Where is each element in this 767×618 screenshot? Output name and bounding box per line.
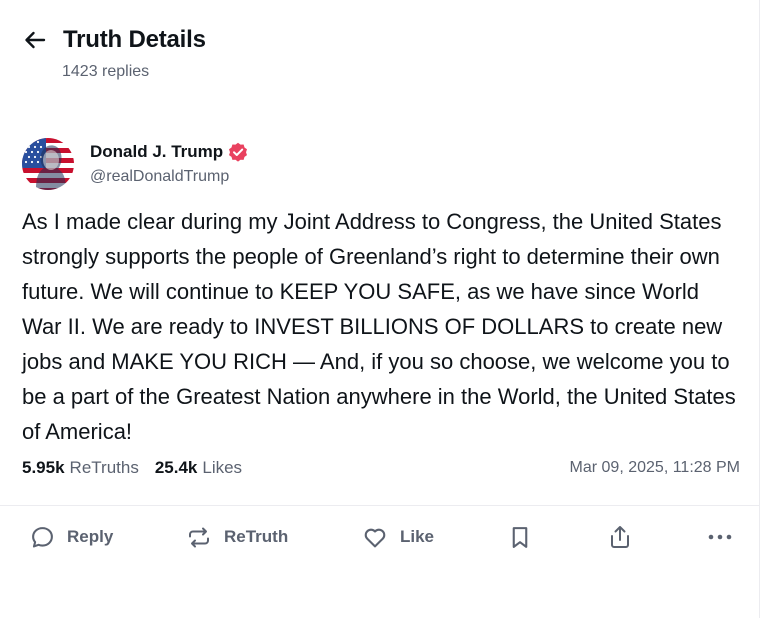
retruth-button[interactable]: ReTruth — [186, 520, 288, 554]
share-button[interactable] — [608, 520, 632, 554]
more-dots-icon — [707, 532, 733, 542]
bookmark-icon — [509, 525, 531, 550]
post-body: As I made clear during my Joint Address … — [22, 209, 736, 444]
avatar[interactable] — [22, 138, 74, 190]
author-name-row: Donald J. Trump — [90, 142, 248, 162]
author-name[interactable]: Donald J. Trump — [90, 142, 223, 162]
likes-stat[interactable]: 25.4k Likes — [155, 458, 242, 478]
retruths-label: ReTruths — [69, 458, 139, 477]
like-label: Like — [400, 527, 435, 546]
retruth-label: ReTruth — [224, 527, 289, 546]
like-button[interactable]: Like — [362, 520, 434, 554]
replies-count: 1423 replies — [62, 63, 150, 80]
back-arrow-icon[interactable] — [24, 27, 50, 53]
truth-post: Donald J. Trump @realDonaldTrump As I ma… — [22, 138, 742, 478]
reply-button[interactable]: Reply — [30, 520, 113, 554]
more-options-button[interactable] — [707, 520, 733, 554]
post-stats: 5.95k ReTruths 25.4k Likes Mar 09, 2025,… — [22, 458, 742, 478]
likes-count: 25.4k — [154, 458, 198, 477]
post-timestamp: Mar 09, 2025, 11:28 PM — [569, 459, 740, 476]
author-row: Donald J. Trump @realDonaldTrump — [22, 138, 742, 190]
author-info: Donald J. Trump @realDonaldTrump — [90, 142, 248, 186]
share-upload-icon — [608, 524, 632, 550]
retruths-stat[interactable]: 5.95k ReTruths — [22, 458, 139, 478]
action-divider — [0, 505, 759, 506]
retruths-count: 5.95k — [22, 458, 65, 477]
heart-icon — [362, 525, 388, 550]
page-header: Truth Details 1423 replies — [24, 26, 206, 81]
truth-details-page: Truth Details 1423 replies Donald J. Tru… — [0, 0, 760, 618]
speech-bubble-icon — [30, 525, 55, 550]
bookmark-button[interactable] — [509, 520, 531, 554]
repost-arrows-icon — [186, 525, 212, 550]
author-handle[interactable]: @realDonaldTrump — [90, 168, 248, 186]
action-bar: Reply ReTruth Like — [0, 520, 759, 554]
page-title: Truth Details — [63, 26, 206, 53]
likes-label: Likes — [202, 458, 243, 477]
verified-badge-icon — [228, 142, 248, 162]
header-row: Truth Details — [24, 26, 206, 54]
reply-label: Reply — [67, 527, 114, 546]
